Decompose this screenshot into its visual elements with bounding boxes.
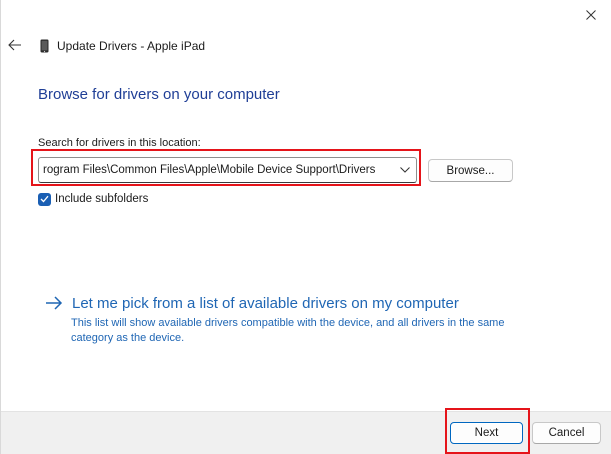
pick-from-list-description: This list will show available drivers co…	[71, 317, 505, 344]
update-drivers-window: Update Drivers - Apple iPad Browse for d…	[0, 0, 611, 454]
back-arrow-icon	[8, 39, 21, 51]
path-highlight-box	[31, 149, 421, 186]
browse-button[interactable]: Browse...	[428, 159, 513, 182]
search-location-label: Search for drivers in this location:	[38, 137, 201, 149]
pick-from-list-title[interactable]: Let me pick from a list of available dri…	[72, 295, 459, 312]
include-subfolders-row[interactable]: Include subfolders	[38, 192, 148, 206]
include-subfolders-label: Include subfolders	[55, 193, 149, 205]
right-arrow-icon	[44, 293, 64, 313]
cancel-button[interactable]: Cancel	[532, 422, 601, 444]
next-highlight-box	[445, 408, 530, 454]
window-title: Update Drivers - Apple iPad	[57, 39, 206, 53]
ipad-device-icon	[38, 38, 50, 54]
close-icon	[586, 10, 596, 20]
window-title-row: Update Drivers - Apple iPad	[38, 37, 205, 55]
checkmark-icon	[40, 195, 49, 203]
back-button[interactable]	[5, 35, 25, 55]
page-heading: Browse for drivers on your computer	[38, 86, 280, 103]
include-subfolders-checkbox[interactable]	[38, 192, 51, 206]
pick-from-list-link[interactable]: Let me pick from a list of available dri…	[44, 293, 459, 313]
close-button[interactable]	[577, 2, 605, 28]
